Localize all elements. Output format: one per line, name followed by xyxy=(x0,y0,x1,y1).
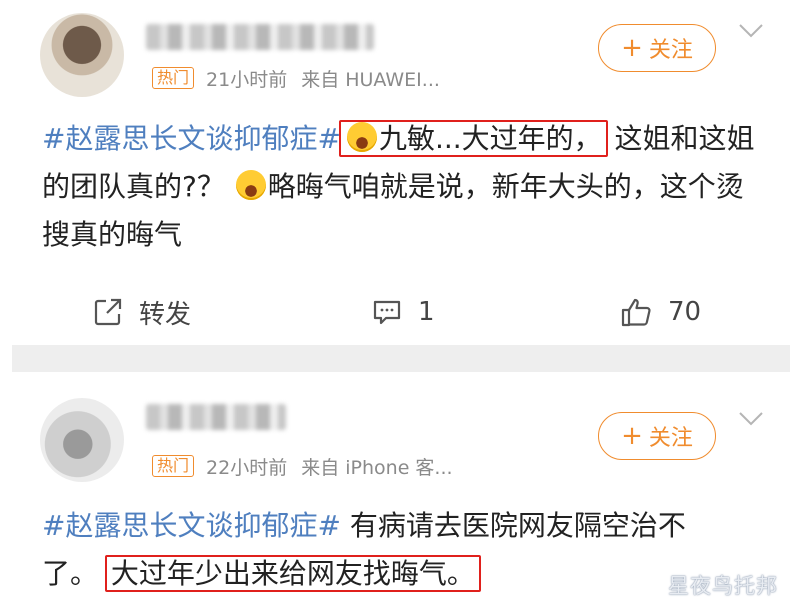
plus-icon: + xyxy=(621,421,643,451)
comment-icon xyxy=(373,300,401,325)
post-source: 来自 HUAWEI... xyxy=(301,68,440,91)
laugh-cry-emoji-icon xyxy=(235,170,266,200)
follow-label: 关注 xyxy=(648,38,693,63)
post-time: 21小时前 xyxy=(206,68,288,91)
username-blurred[interactable] xyxy=(146,404,286,430)
topic-link[interactable]: #赵露思长文谈抑郁症# xyxy=(42,122,341,155)
chevron-down-icon[interactable] xyxy=(738,22,764,40)
repost-button[interactable]: 转发 xyxy=(93,290,191,334)
comment-button[interactable]: 1 xyxy=(372,290,435,334)
highlight-text: 九敏...大过年的， xyxy=(378,122,602,155)
weibo-post-1: 热门 21小时前 来自 HUAWEI... + 关注 #赵露思长文谈抑郁症# 九敏… xyxy=(0,0,790,345)
username-blurred[interactable] xyxy=(146,24,374,50)
post-text: #赵露思长文谈抑郁症# 有病请去医院网友隔空治不了。 大过年少出来给网友找晦气。 xyxy=(42,502,762,598)
avatar[interactable] xyxy=(40,398,124,482)
follow-label: 关注 xyxy=(648,426,693,451)
highlight-box: 九敏...大过年的， xyxy=(338,120,608,157)
hot-badge: 热门 xyxy=(152,455,195,477)
chevron-down-icon[interactable] xyxy=(738,410,764,428)
action-bar: 转发 1 70 xyxy=(0,290,790,334)
highlight-box: 大过年少出来给网友找晦气。 xyxy=(104,555,481,592)
repost-label: 转发 xyxy=(139,299,192,330)
plus-icon: + xyxy=(621,33,643,63)
hot-badge: 热门 xyxy=(152,67,195,89)
post-time: 22小时前 xyxy=(206,456,288,479)
post-meta: 热门 22小时前 来自 iPhone 客... xyxy=(152,454,453,479)
avatar[interactable] xyxy=(40,13,124,97)
share-icon xyxy=(94,298,122,326)
post-text: #赵露思长文谈抑郁症# 九敏...大过年的， 这姐和这姐的团队真的?？ 略晦气咱就… xyxy=(42,115,762,259)
comment-count: 1 xyxy=(418,297,435,327)
post-meta: 热门 21小时前 来自 HUAWEI... xyxy=(152,66,440,91)
laugh-cry-emoji-icon xyxy=(346,122,377,152)
post-source: 来自 iPhone 客... xyxy=(301,456,453,479)
highlight-text: 大过年少出来给网友找晦气。 xyxy=(110,557,475,590)
topic-link[interactable]: #赵露思长文谈抑郁症# xyxy=(42,509,341,542)
thumbs-up-icon xyxy=(621,298,651,327)
follow-button[interactable]: + 关注 xyxy=(598,412,716,460)
like-count: 70 xyxy=(668,297,702,327)
watermark: 星夜鸟托邦 xyxy=(668,574,778,598)
follow-button[interactable]: + 关注 xyxy=(598,24,716,72)
like-button[interactable]: 70 xyxy=(620,290,701,334)
post-divider xyxy=(12,345,790,372)
